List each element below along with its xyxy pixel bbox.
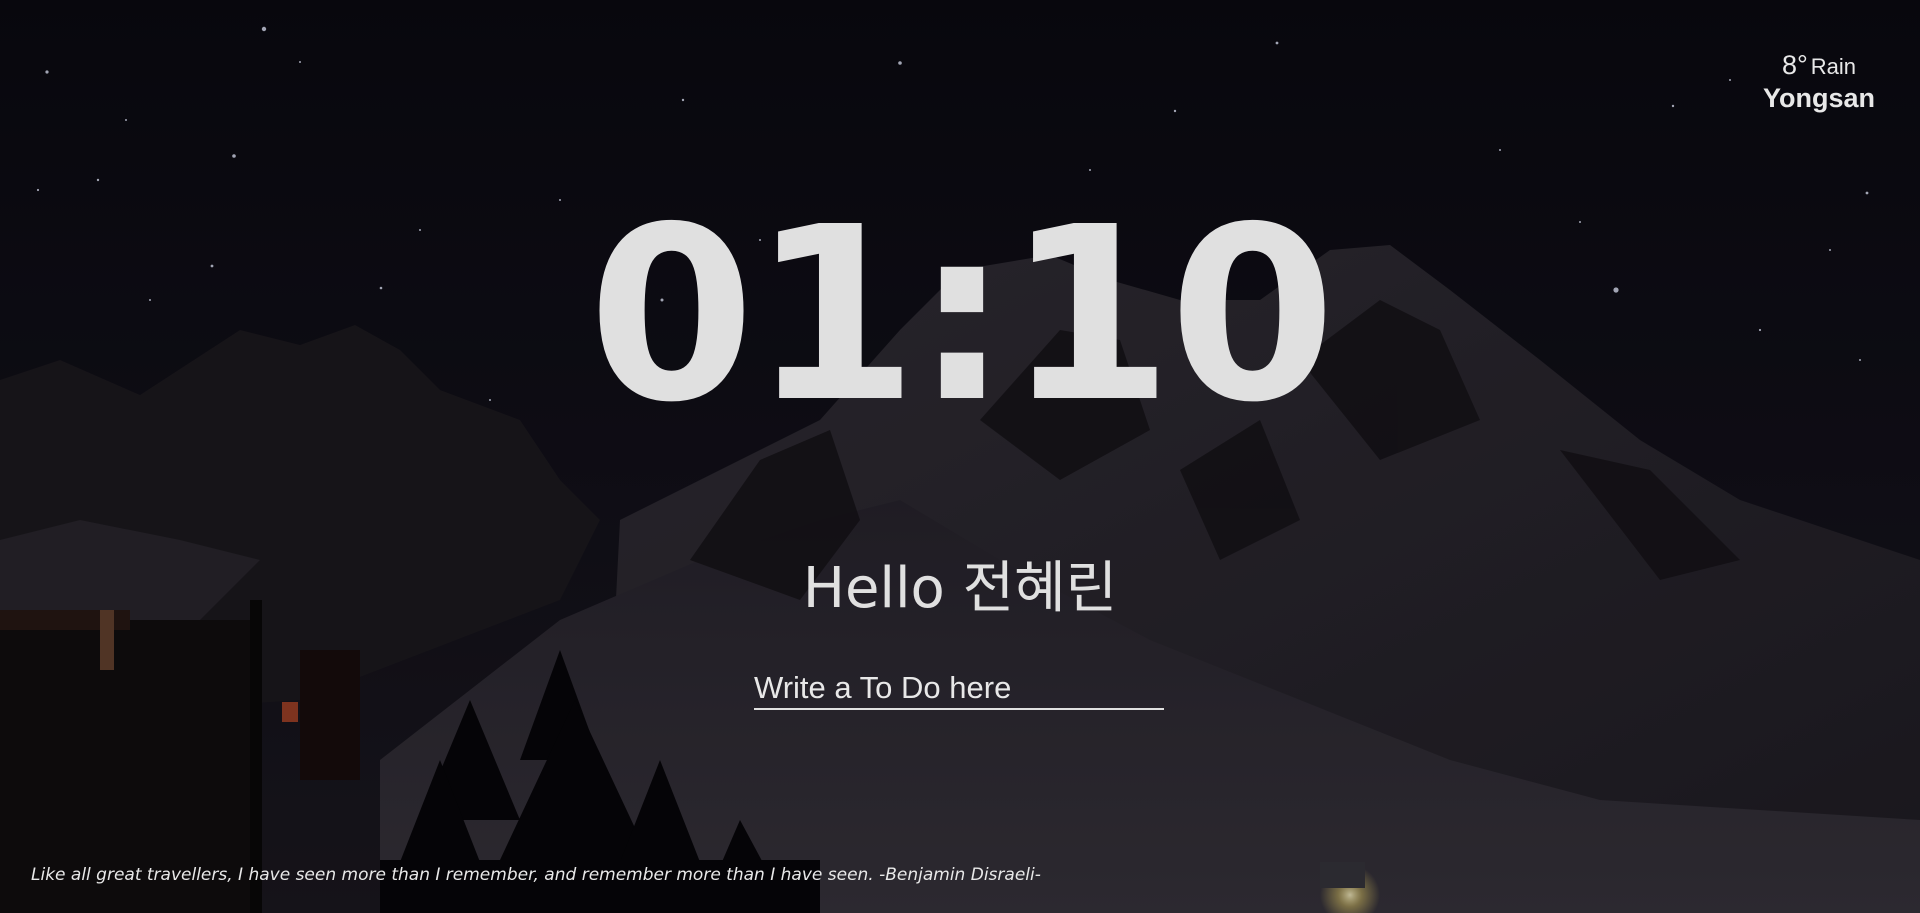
todo-form [754,668,1164,712]
background-image [0,0,1920,913]
weather-summary: 8° Rain [1763,50,1875,81]
clock: 01:10 [588,175,1336,455]
weather-widget: 8° Rain Yongsan [1763,50,1875,114]
temperature: 8° [1781,50,1808,80]
location-name: Yongsan [1762,83,1875,113]
greeting: Hello 전혜린 [802,556,1118,621]
weather-condition: Rain [1810,54,1857,79]
quote: Like all great travellers, I have seen m… [31,865,1041,885]
todo-input[interactable] [754,668,1164,710]
